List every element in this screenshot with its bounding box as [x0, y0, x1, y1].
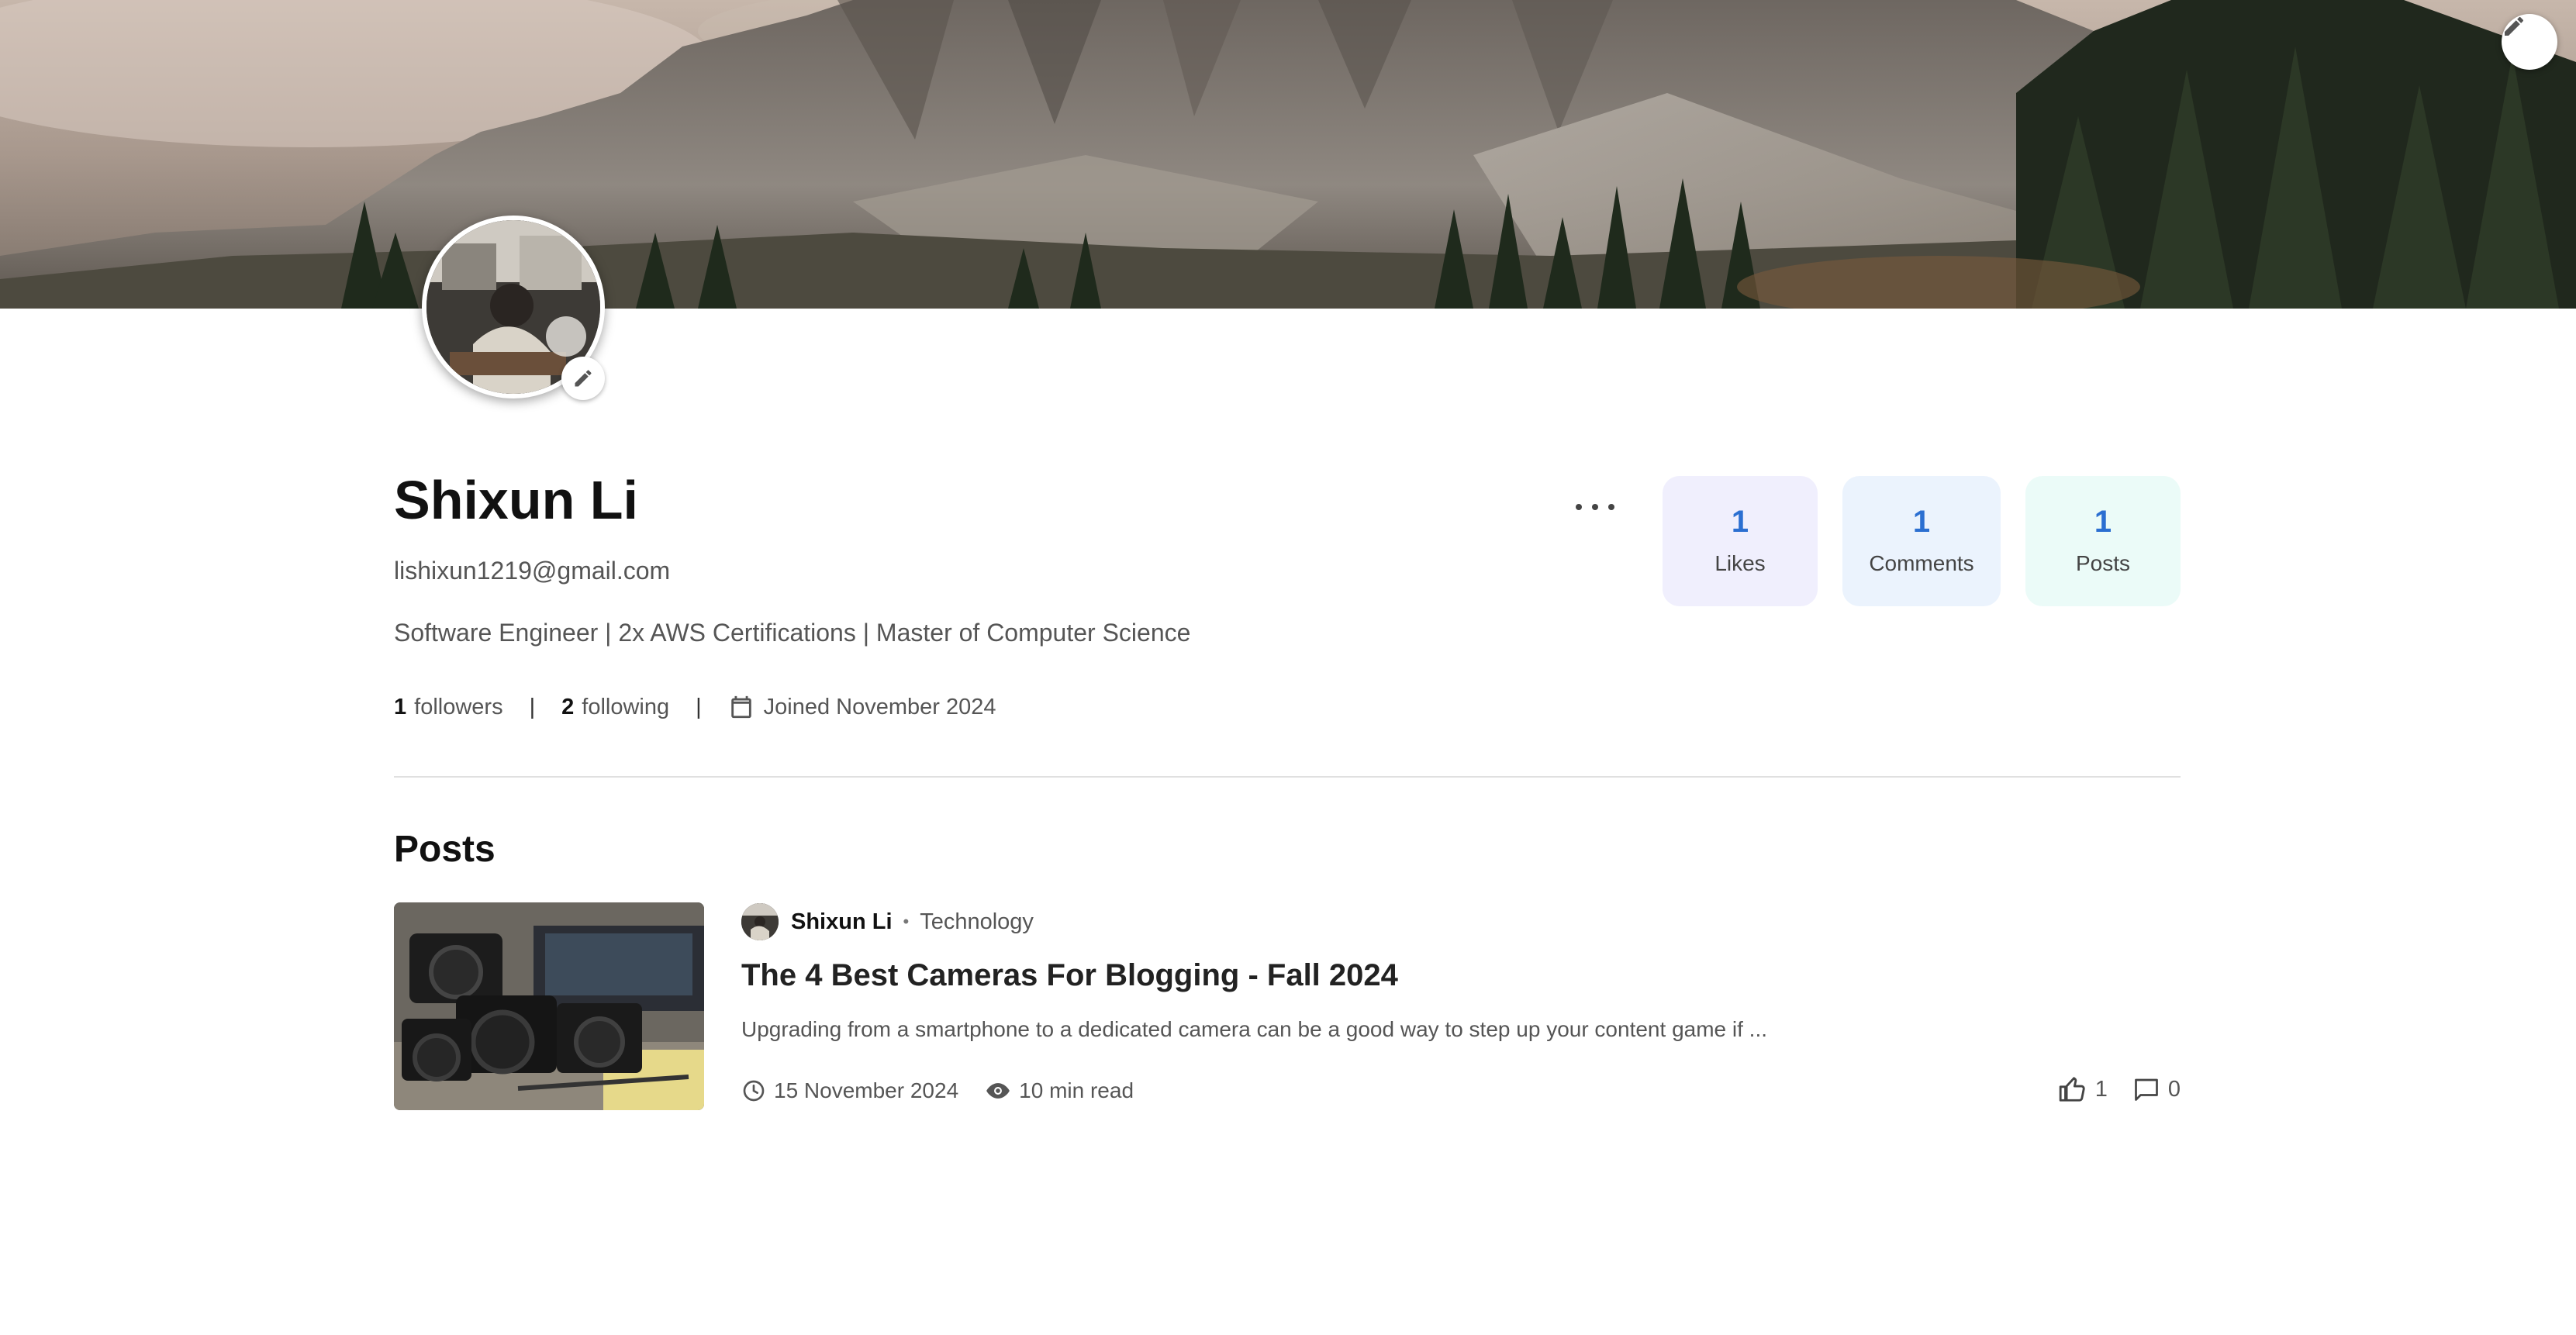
joined-date: Joined November 2024 [763, 694, 996, 719]
more-horizontal-icon [1576, 504, 1582, 510]
stat-card-comments[interactable]: 1 Comments [1842, 476, 2001, 606]
post-like-button[interactable]: 1 [2058, 1075, 2108, 1104]
post-read-time: 10 min read [1019, 1078, 1134, 1102]
post-excerpt: Upgrading from a smartphone to a dedicat… [741, 1017, 1767, 1041]
pencil-icon [572, 367, 594, 389]
post-author-avatar[interactable] [741, 903, 779, 940]
post-like-count: 1 [2094, 1076, 2108, 1102]
post-date: 15 November 2024 [774, 1078, 959, 1102]
following-label: following [582, 694, 670, 719]
followers-link[interactable]: 1 followers [394, 695, 503, 720]
meta-separator: | [529, 694, 536, 719]
comment-icon [2132, 1075, 2160, 1103]
edit-cover-button[interactable] [2502, 14, 2557, 70]
following-link[interactable]: 2 following [561, 695, 669, 720]
posts-count: 1 [2094, 505, 2112, 539]
post-comment-button[interactable]: 0 [2132, 1075, 2181, 1103]
profile-bio: Software Engineer | 2x AWS Certification… [394, 619, 1191, 647]
posts-heading: Posts [394, 829, 496, 870]
followers-count: 1 [394, 694, 407, 719]
post-thumbnail[interactable] [394, 902, 704, 1110]
post-meta-row: 15 November 2024 10 min read [741, 1078, 1134, 1104]
more-options-button[interactable] [1576, 493, 1614, 521]
profile-meta-row: 1 followers | 2 following | Joined Novem… [394, 693, 996, 721]
stat-card-posts[interactable]: 1 Posts [2025, 476, 2181, 606]
profile-email: lishixun1219@gmail.com [394, 557, 671, 585]
posts-label: Posts [2075, 551, 2131, 575]
clock-icon [741, 1078, 766, 1103]
profile-name: Shixun Li [394, 470, 638, 530]
comments-count: 1 [1912, 505, 1931, 539]
post-thumbnail-image [394, 902, 704, 1110]
comments-label: Comments [1869, 551, 1974, 575]
post-meta-dot: • [903, 912, 910, 931]
followers-label: followers [414, 694, 503, 719]
meta-separator: | [696, 694, 702, 719]
post-author-row: Shixun Li • Technology [741, 902, 1034, 941]
post-actions: 1 0 [2058, 1075, 2181, 1104]
post-title[interactable]: The 4 Best Cameras For Blogging - Fall 2… [741, 958, 1398, 993]
more-horizontal-icon [1608, 504, 1614, 510]
more-horizontal-icon [1592, 504, 1598, 510]
eye-icon [985, 1078, 1011, 1104]
post-author-name[interactable]: Shixun Li [791, 909, 893, 935]
likes-count: 1 [1731, 505, 1749, 539]
post-comment-count: 0 [2167, 1076, 2181, 1102]
thumbs-up-icon [2058, 1075, 2087, 1104]
edit-avatar-button[interactable] [561, 357, 605, 400]
calendar-icon [728, 693, 754, 721]
post-author-avatar-image [741, 903, 779, 940]
section-divider [394, 776, 2181, 778]
following-count: 2 [561, 694, 575, 719]
profile-avatar-container [422, 216, 605, 400]
cover-banner [0, 0, 2576, 309]
post-category[interactable]: Technology [920, 909, 1034, 935]
cover-image [0, 0, 2576, 309]
stat-card-likes[interactable]: 1 Likes [1663, 476, 1818, 606]
likes-label: Likes [1714, 551, 1766, 575]
